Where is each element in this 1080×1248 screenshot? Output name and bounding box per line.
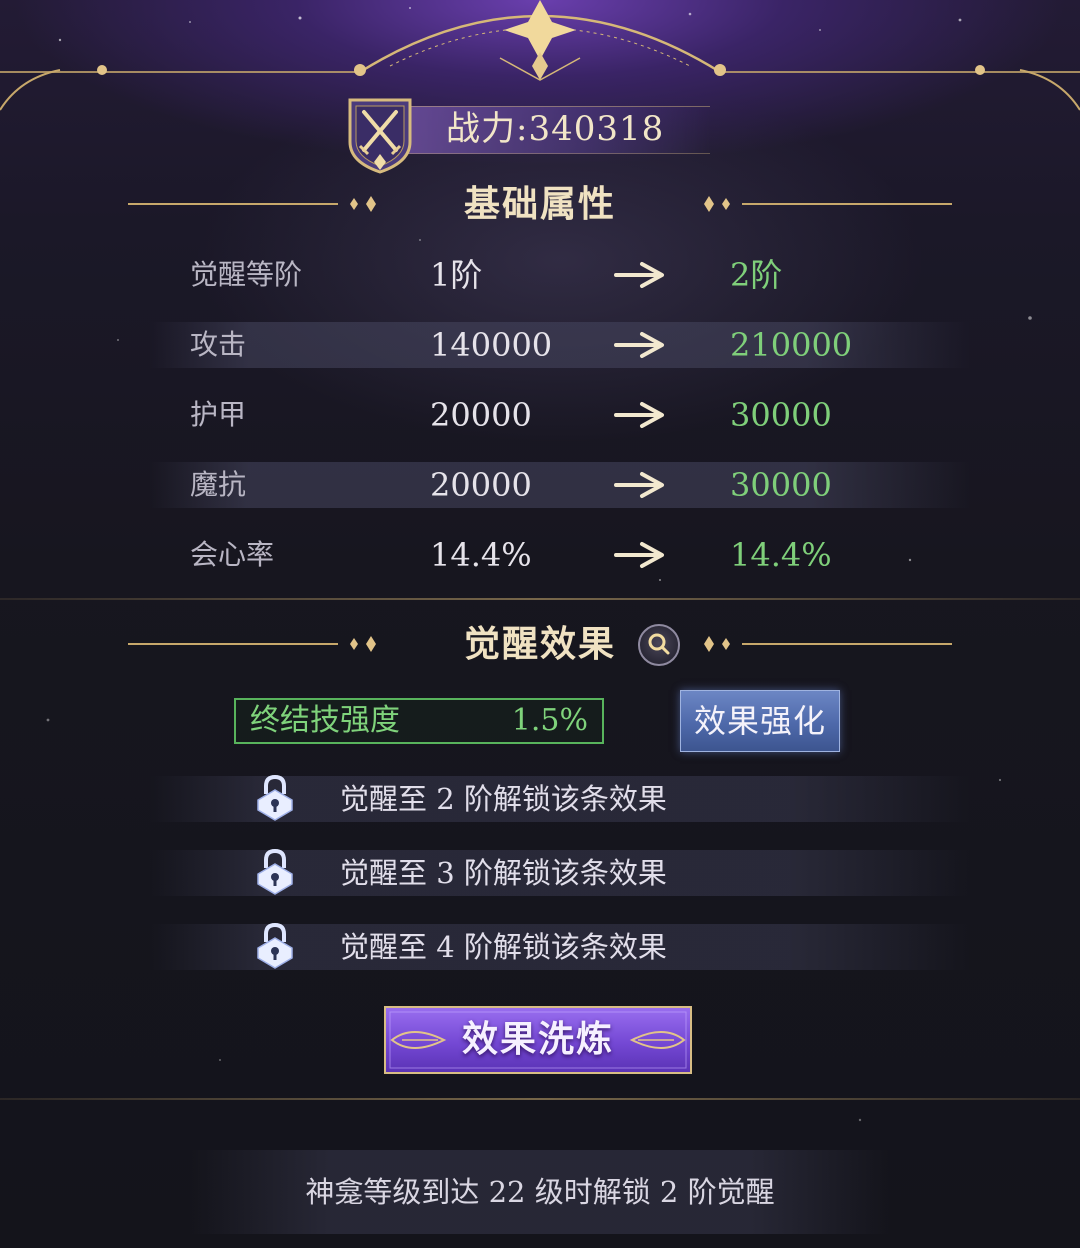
refine-button-label: 效果洗炼: [461, 1018, 614, 1060]
section-divider: [0, 1098, 1080, 1100]
arrow-right-icon: [614, 332, 664, 358]
magnifier-icon[interactable]: [638, 624, 680, 666]
combat-power: 战力:340318: [446, 109, 665, 149]
effect-value: 1.5%: [511, 703, 588, 738]
effect-name: 终结技强度: [250, 703, 400, 738]
locked-effect-text: 觉醒至 3 阶解锁该条效果: [340, 856, 667, 890]
attribute-current-value: 20000: [430, 466, 532, 504]
attribute-name: 觉醒等阶: [190, 258, 303, 291]
attribute-name: 会心率: [190, 538, 275, 571]
arrow-right-icon: [614, 402, 664, 428]
attribute-current-value: 14.4%: [430, 536, 532, 574]
attribute-row: 觉醒等阶 1阶 2阶: [150, 252, 970, 298]
attribute-row: 魔抗 20000 30000: [150, 462, 970, 508]
attribute-next-value: 2阶: [730, 256, 783, 294]
attribute-row: 会心率 14.4% 14.4%: [150, 532, 970, 578]
attribute-next-value: 210000: [730, 326, 853, 364]
attribute-next-value: 30000: [730, 466, 832, 504]
attribute-name: 护甲: [190, 398, 247, 431]
basic-attributes-title: 基础属性: [463, 183, 616, 225]
effect-enhance-button[interactable]: 效果强化: [680, 690, 840, 752]
lock-icon: [257, 922, 293, 969]
attribute-row: 攻击 140000 210000: [150, 322, 970, 368]
section-divider: [0, 598, 1080, 600]
unlock-hint: 神龛等级到达 22 级时解锁 2 阶觉醒: [305, 1175, 775, 1209]
arrow-right-icon: [614, 262, 664, 288]
arrow-right-icon: [614, 472, 664, 498]
locked-effect-row: 觉醒至 4 阶解锁该条效果: [150, 922, 970, 970]
attribute-name: 魔抗: [190, 468, 247, 501]
awakening-effect-title: 觉醒效果: [463, 623, 616, 665]
attribute-current-value: 1阶: [430, 256, 483, 294]
locked-effect-text: 觉醒至 4 阶解锁该条效果: [340, 930, 667, 964]
arrow-right-icon: [614, 542, 664, 568]
attribute-next-value: 14.4%: [730, 536, 832, 574]
locked-effect-text: 觉醒至 2 阶解锁该条效果: [340, 782, 667, 816]
attribute-next-value: 30000: [730, 396, 832, 434]
crossed-swords-shield-icon: [348, 98, 412, 174]
awakening-effect-entry: 终结技强度 1.5%: [234, 698, 604, 744]
attribute-current-value: 140000: [430, 326, 553, 364]
effect-refine-button[interactable]: 效果洗炼: [382, 1004, 694, 1076]
attribute-name: 攻击: [190, 328, 247, 361]
lock-icon: [257, 774, 293, 821]
attribute-row: 护甲 20000 30000: [150, 392, 970, 438]
locked-effect-row: 觉醒至 3 阶解锁该条效果: [150, 848, 970, 896]
awakening-panel: 战力:340318 基础属性 觉醒等阶 1阶 2阶 攻击 140000 2100…: [0, 0, 1080, 1248]
locked-effect-row: 觉醒至 2 阶解锁该条效果: [150, 774, 970, 822]
lock-icon: [257, 848, 293, 895]
attribute-current-value: 20000: [430, 396, 532, 434]
